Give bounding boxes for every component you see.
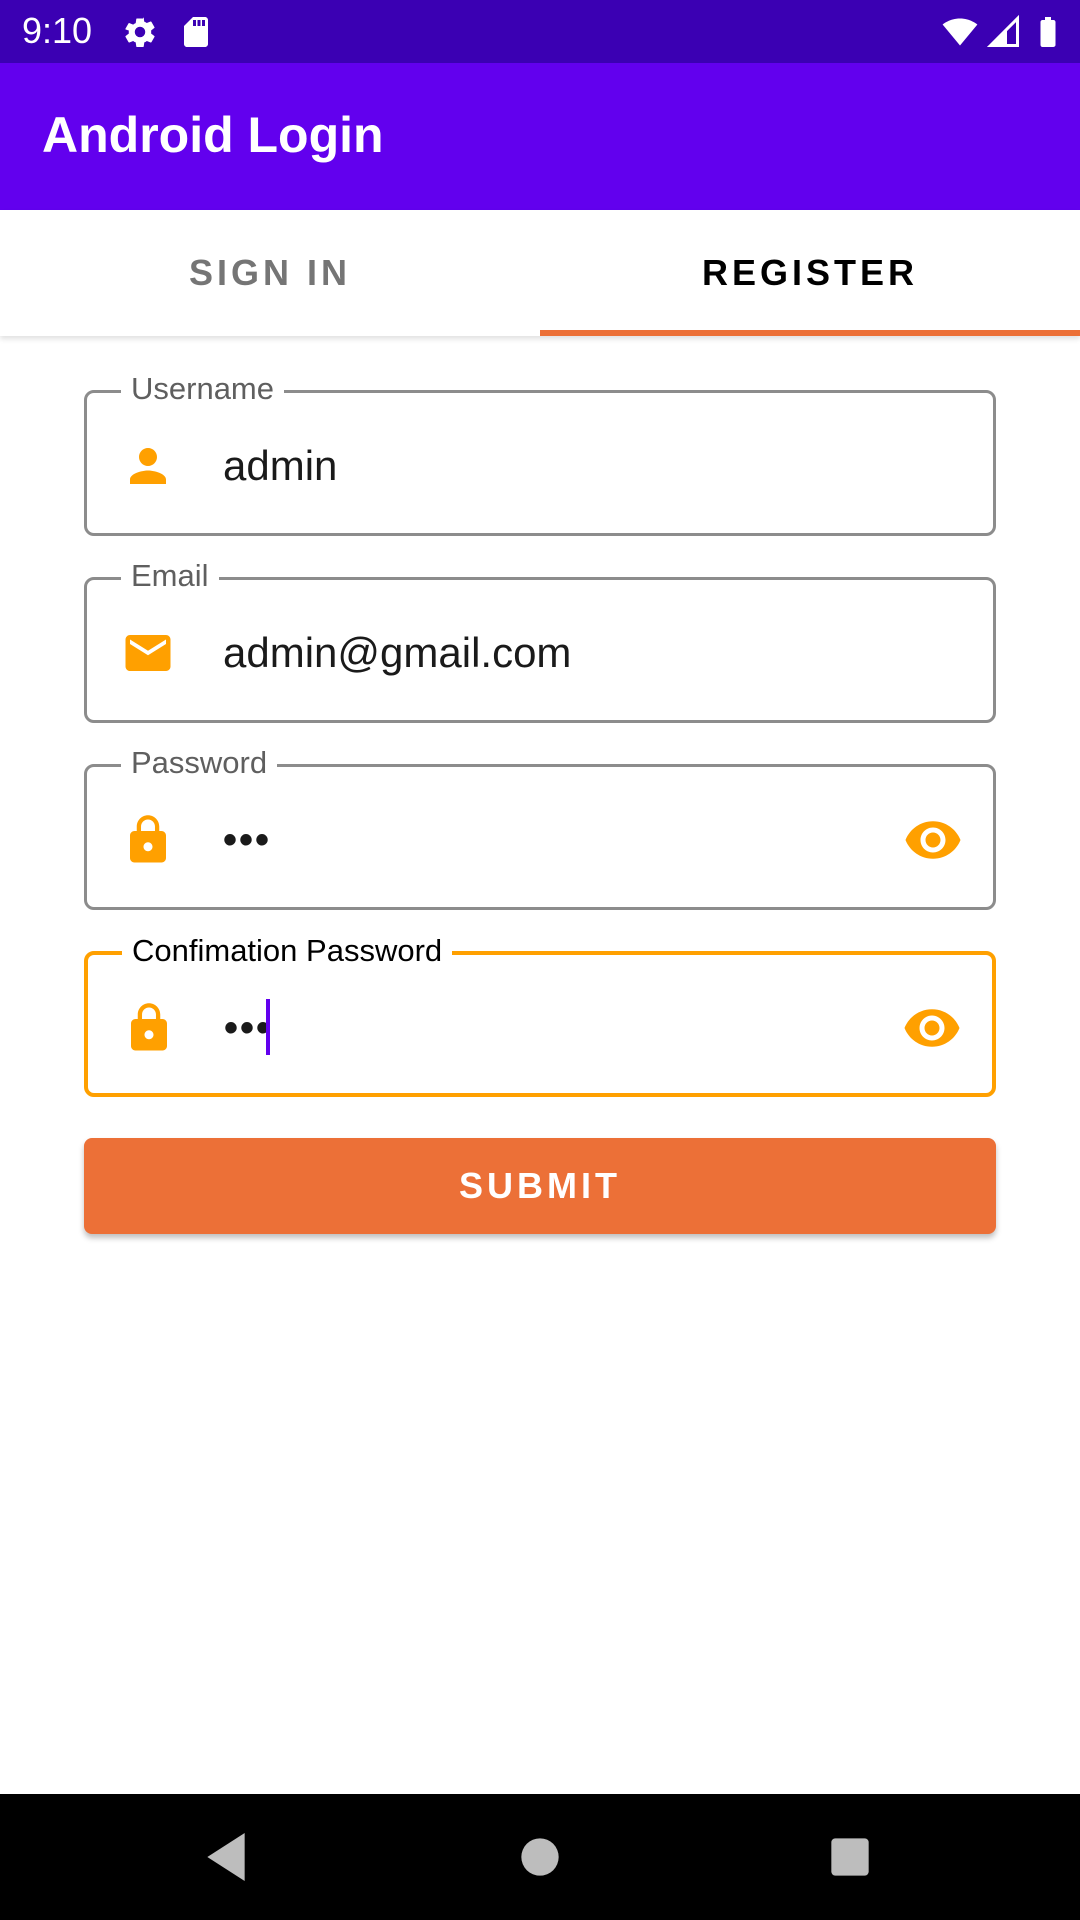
status-bar: 9:10 bbox=[0, 0, 1080, 63]
app-title: Android Login bbox=[42, 107, 384, 163]
lock-icon bbox=[130, 815, 166, 863]
confirm-password-field[interactable]: Confimation Password ••• bbox=[84, 931, 996, 1097]
submit-button[interactable]: SUBMIT bbox=[84, 1138, 996, 1234]
wifi-icon bbox=[942, 18, 978, 46]
back-icon[interactable] bbox=[194, 1825, 258, 1889]
confirm-password-value: ••• bbox=[224, 1006, 273, 1050]
tab-register[interactable]: REGISTER bbox=[540, 210, 1080, 336]
battery-icon bbox=[1040, 17, 1056, 47]
home-icon[interactable] bbox=[508, 1825, 572, 1889]
eye-icon[interactable] bbox=[903, 810, 963, 870]
status-time: 9:10 bbox=[22, 10, 93, 51]
person-icon bbox=[130, 448, 166, 484]
confirm-password-label: Confimation Password bbox=[122, 931, 453, 971]
email-value: admin@gmail.com bbox=[223, 629, 572, 676]
text-cursor bbox=[266, 999, 270, 1055]
tab-indicator bbox=[540, 330, 1080, 336]
email-icon bbox=[125, 635, 171, 671]
signal-icon bbox=[986, 14, 1019, 47]
email-field[interactable]: Email admin@gmail.com bbox=[84, 556, 996, 723]
username-field[interactable]: Username admin bbox=[84, 369, 996, 536]
gear-icon bbox=[125, 17, 155, 48]
recents-icon[interactable] bbox=[818, 1825, 882, 1889]
password-field[interactable]: Password ••• bbox=[84, 743, 996, 910]
username-value: admin bbox=[223, 442, 338, 489]
password-value: ••• bbox=[223, 818, 272, 862]
password-label: Password bbox=[121, 743, 278, 783]
navigation-bar bbox=[0, 1794, 1080, 1920]
username-label: Username bbox=[121, 369, 284, 409]
email-label: Email bbox=[121, 556, 219, 596]
tab-bar: SIGN IN REGISTER bbox=[0, 210, 1080, 336]
app-bar: Android Login bbox=[0, 63, 1080, 210]
tab-sign-in[interactable]: SIGN IN bbox=[0, 210, 540, 336]
sd-card-icon bbox=[184, 17, 208, 47]
lock-icon bbox=[131, 1003, 167, 1051]
eye-icon[interactable] bbox=[902, 998, 962, 1058]
